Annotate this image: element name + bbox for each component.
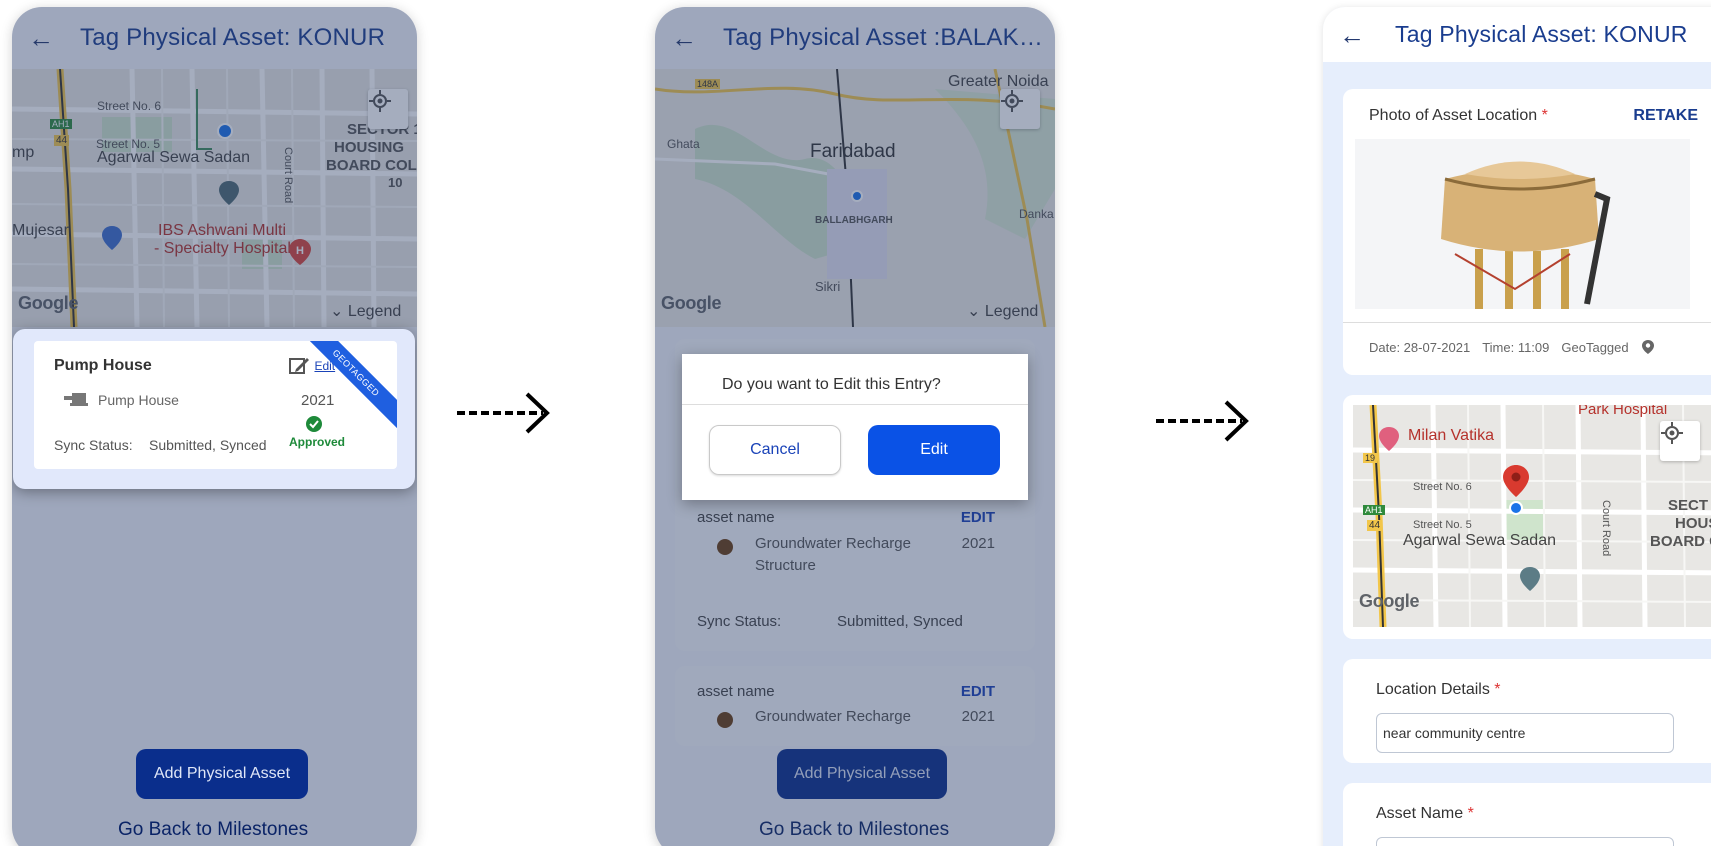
photo-label-text: Photo of Asset Location [1369, 107, 1538, 124]
current-location-dot-icon [1509, 501, 1523, 515]
location-details-section: Location Details * near community centre [1343, 659, 1711, 763]
map-label: Street No. 5 [1413, 519, 1472, 531]
edit-pencil-icon [289, 358, 309, 374]
status-badge: Approved [289, 435, 346, 449]
dialog-divider [682, 404, 1028, 405]
asset-type: Pump House [98, 392, 179, 408]
required-marker: * [1541, 107, 1548, 124]
asset-name-input[interactable] [1376, 837, 1674, 846]
required-marker: * [1467, 805, 1474, 822]
cancel-button[interactable]: Cancel [709, 425, 841, 475]
meta-divider [1343, 322, 1711, 323]
place-icon [1379, 427, 1399, 451]
retake-button[interactable]: RETAKE [1633, 107, 1698, 125]
asset-name-label-text: Asset Name [1376, 805, 1464, 822]
flow-arrow-icon [1156, 400, 1249, 442]
selected-location-pin-icon [1503, 465, 1529, 497]
phone-screen-1: ← Tag Physical Asset: KONUR Street No. 6… [12, 7, 417, 846]
road-badge: 44 [1367, 520, 1383, 531]
back-to-milestones-link[interactable]: Go Back to Milestones [118, 819, 308, 841]
location-details-input[interactable]: near community centre [1376, 713, 1674, 753]
sync-value: Submitted, Synced [149, 437, 267, 453]
page-title: Tag Physical Asset: KONUR [1395, 21, 1688, 47]
map-section: Milan Vatika Park Hospital Street No. 6 … [1343, 395, 1711, 639]
photo-section: Photo of Asset Location * RETAKE Date: 2… [1343, 89, 1711, 375]
app-bar: ← Tag Physical Asset: KONUR [1323, 7, 1711, 62]
road-badge: AH1 [1363, 505, 1385, 515]
highlight-card-frame: Pump House Edit Pump House 2021 Approved… [13, 329, 415, 489]
map-label: Agarwal Sewa Sadan [1403, 532, 1556, 549]
map-view[interactable]: Milan Vatika Park Hospital Street No. 6 … [1353, 405, 1711, 627]
location-details-label: Location Details * [1376, 681, 1501, 699]
map-label: SECT [1668, 497, 1709, 514]
phone-screen-2: ← Tag Physical Asset :BALAKA... Greater … [655, 7, 1055, 846]
geotag-status: GeoTagged [1561, 339, 1629, 355]
photo-time: Time: 11:09 [1482, 339, 1550, 355]
add-physical-asset-button[interactable]: Add Physical Asset [136, 749, 308, 799]
location-details-label-text: Location Details [1376, 681, 1490, 698]
photo-label: Photo of Asset Location * [1369, 107, 1548, 125]
map-label: Street No. 6 [1413, 481, 1472, 493]
map-label: BOARD C [1650, 533, 1711, 550]
asset-name-label: Asset Name * [1376, 805, 1474, 823]
asset-photo[interactable] [1355, 139, 1690, 309]
flow-arrow-icon [457, 392, 550, 434]
photo-meta: Date: 28-07-2021 Time: 11:09 GeoTagged [1369, 339, 1655, 355]
water-tank-image [1355, 139, 1690, 309]
check-circle-icon [306, 416, 322, 432]
required-marker: * [1494, 681, 1501, 698]
sync-label: Sync Status: [54, 437, 133, 453]
dialog-question: Do you want to Edit this Entry? [722, 376, 941, 393]
asset-card[interactable]: Pump House Edit Pump House 2021 Approved… [34, 341, 397, 469]
phone-screen-3: ← Tag Physical Asset: KONUR Photo of Ass… [1323, 7, 1711, 846]
back-arrow-icon[interactable]: ← [1329, 22, 1375, 48]
asset-title: Pump House [54, 357, 152, 374]
confirm-edit-dialog: Do you want to Edit this Entry? Cancel E… [682, 354, 1028, 500]
road-badge: 19 [1363, 453, 1378, 463]
confirm-edit-button[interactable]: Edit [868, 425, 1000, 475]
map-label: Park Hospital [1578, 405, 1668, 418]
map-label: Milan Vatika [1408, 427, 1494, 444]
my-location-button[interactable] [1660, 421, 1700, 461]
place-icon [1520, 567, 1540, 591]
asset-name-section: Asset Name * [1343, 783, 1711, 846]
crosshair-icon [1661, 422, 1683, 444]
asset-year: 2021 [301, 392, 335, 409]
map-label: HOUS [1675, 515, 1711, 532]
pump-icon [64, 393, 88, 406]
map-label: Court Road [1600, 500, 1612, 557]
google-logo: Google [1359, 591, 1420, 611]
photo-date: Date: 28-07-2021 [1369, 339, 1471, 355]
location-pin-icon [1641, 340, 1654, 354]
